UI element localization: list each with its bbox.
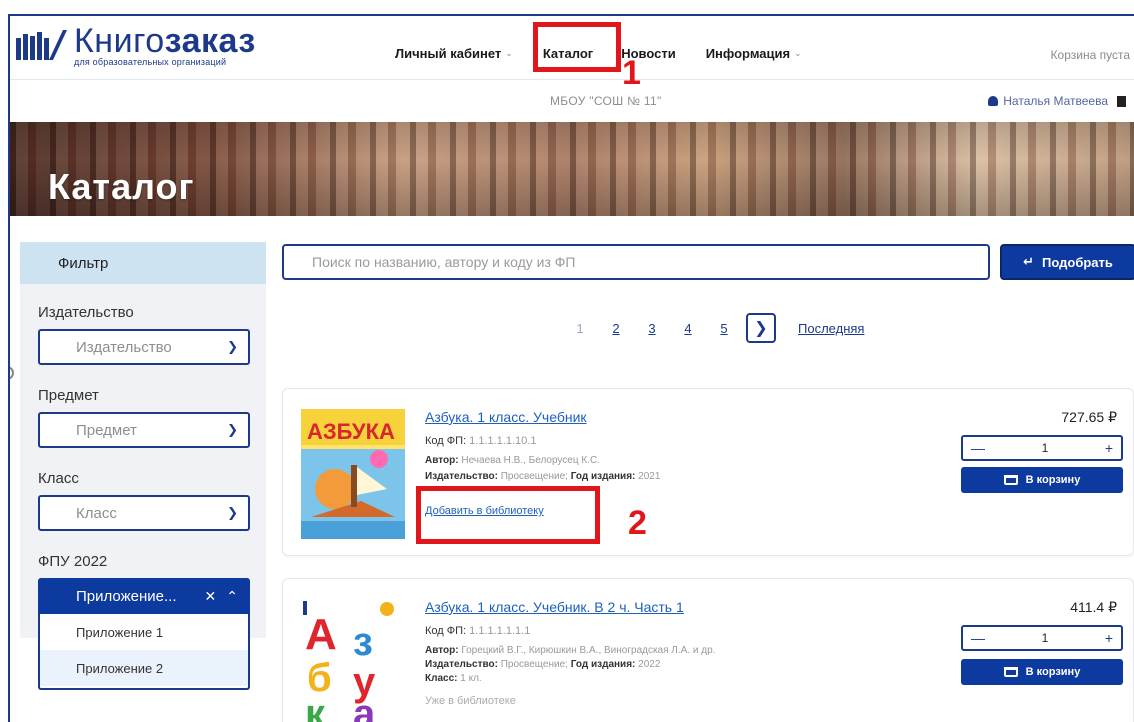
cover-letter: А bbox=[305, 610, 337, 659]
logout-icon[interactable] bbox=[1117, 95, 1126, 107]
chevron-down-icon: ❯ bbox=[227, 339, 238, 354]
grade-placeholder: Класс bbox=[76, 504, 117, 522]
subject-placeholder: Предмет bbox=[76, 421, 137, 439]
subject-select[interactable]: Предмет ❯ bbox=[38, 412, 250, 448]
search-placeholder: Поиск по названию, автору и коду из ФП bbox=[312, 254, 576, 270]
search-input[interactable]: Поиск по названию, автору и коду из ФП bbox=[282, 244, 990, 280]
product-price: 411.4 ₽ bbox=[1070, 599, 1117, 615]
fpu-select[interactable]: Приложение... ✕ ⌃ bbox=[38, 578, 250, 614]
user-icon bbox=[988, 96, 999, 106]
books-logo-icon bbox=[14, 24, 70, 64]
grade-label: Класс bbox=[38, 470, 79, 487]
fpu-option-1[interactable]: Приложение 1 bbox=[40, 614, 248, 650]
fpu-option-2[interactable]: Приложение 2 bbox=[40, 650, 248, 686]
annotation-marker-1: 1 bbox=[622, 54, 641, 92]
publisher-select[interactable]: Издательство ❯ bbox=[38, 329, 250, 365]
nav-personal-account[interactable]: Личный кабинет ⌄ bbox=[395, 46, 513, 61]
quantity-value[interactable]: 1 bbox=[1042, 631, 1049, 645]
nav-information[interactable]: Информация ⌄ bbox=[706, 46, 802, 61]
chevron-down-icon: ⌄ bbox=[505, 48, 513, 58]
page-1[interactable]: 1 bbox=[562, 321, 598, 336]
quantity-stepper[interactable]: — 1 + bbox=[961, 625, 1123, 651]
in-library-status: Уже в библиотеке bbox=[425, 695, 516, 707]
minus-icon[interactable]: — bbox=[971, 630, 985, 646]
subject-label: Предмет bbox=[38, 387, 99, 404]
product-code: Код ФП: 1.1.1.1.1.10.1 bbox=[425, 435, 537, 447]
filter-sidebar: Фильтр Издательство Издательство ❯ Предм… bbox=[20, 242, 266, 638]
chevron-right-icon: ❯ bbox=[754, 320, 768, 337]
grade-select[interactable]: Класс ❯ bbox=[38, 495, 250, 531]
publisher-label: Издательство bbox=[38, 304, 134, 321]
user-name: Наталья Матвеева bbox=[1003, 94, 1108, 108]
page-5[interactable]: 5 bbox=[706, 321, 742, 336]
plus-icon[interactable]: + bbox=[1105, 630, 1113, 646]
cart-icon bbox=[1003, 475, 1018, 485]
product-author: Автор: Нечаева Н.В., Белорусец К.С. bbox=[425, 455, 600, 466]
cart-icon bbox=[1003, 667, 1018, 677]
cover-title: АЗБУКА bbox=[307, 419, 395, 444]
page-2[interactable]: 2 bbox=[598, 321, 634, 336]
book-cover-image[interactable]: АЗБУКА bbox=[301, 409, 405, 539]
cover-letter: к bbox=[305, 692, 326, 722]
publisher-placeholder: Издательство bbox=[76, 338, 172, 356]
product-card: А з б у к а Азбука. 1 класс. Учебник. В … bbox=[282, 578, 1134, 722]
add-to-cart-button[interactable]: В корзину bbox=[961, 467, 1123, 493]
clear-icon[interactable]: ✕ bbox=[205, 588, 217, 605]
page-title: Каталог bbox=[48, 166, 195, 207]
pagination: 1 2 3 4 5 ❯ Последняя bbox=[562, 313, 864, 343]
product-author: Автор: Горецкий В.Г., Кирюшкин В.А., Вин… bbox=[425, 645, 716, 656]
chevron-up-icon[interactable]: ⌃ bbox=[226, 588, 238, 605]
annotation-box-1 bbox=[533, 22, 621, 72]
add-to-cart-label: В корзину bbox=[1025, 474, 1081, 486]
product-code: Код ФП: 1.1.1.1.1.1.1 bbox=[425, 625, 531, 637]
app-frame: Книгозаказ для образовательных организац… bbox=[8, 14, 1134, 722]
book-cover-image[interactable]: А з б у к а bbox=[301, 599, 405, 722]
sidebar-toggle-icon[interactable] bbox=[10, 366, 14, 380]
enter-arrow-icon: ↵ bbox=[1023, 254, 1035, 269]
minus-icon[interactable]: — bbox=[971, 440, 985, 456]
chevron-down-icon: ❯ bbox=[227, 505, 238, 520]
product-publisher: Издательство: Просвещение; Год издания: … bbox=[425, 471, 661, 482]
quantity-stepper[interactable]: — 1 + bbox=[961, 435, 1123, 461]
product-publisher: Издательство: Просвещение; Год издания: … bbox=[425, 659, 661, 670]
page-3[interactable]: 3 bbox=[634, 321, 670, 336]
product-title-link[interactable]: Азбука. 1 класс. Учебник. В 2 ч. Часть 1 bbox=[425, 599, 684, 615]
cover-letter: з bbox=[353, 620, 373, 664]
search-button-label: Подобрать bbox=[1042, 254, 1113, 270]
chevron-down-icon: ❯ bbox=[227, 422, 238, 437]
quantity-value[interactable]: 1 bbox=[1042, 441, 1049, 455]
search-button[interactable]: ↵ Подобрать bbox=[1000, 244, 1134, 280]
last-page-link[interactable]: Последняя bbox=[798, 321, 864, 336]
fpu-selected-value: Приложение... bbox=[76, 587, 177, 605]
product-grade: Класс: 1 кл. bbox=[425, 673, 482, 684]
annotation-marker-2: 2 bbox=[628, 504, 647, 542]
chevron-down-icon: ⌄ bbox=[794, 48, 802, 58]
fpu-dropdown: Приложение 1 Приложение 2 bbox=[38, 614, 250, 690]
logo[interactable]: Книгозаказ для образовательных организац… bbox=[14, 24, 256, 67]
annotation-box-2 bbox=[416, 486, 600, 544]
nav-label: Информация bbox=[705, 46, 791, 61]
product-card: АЗБУКА Азбука. 1 класс. Учебник Код ФП: … bbox=[282, 388, 1134, 556]
product-price: 727.65 ₽ bbox=[1061, 409, 1117, 425]
cover-letter: а bbox=[353, 692, 376, 722]
header-divider bbox=[10, 79, 1134, 80]
fpu-label: ФПУ 2022 bbox=[38, 553, 108, 570]
logo-title: Книгозаказ bbox=[74, 22, 256, 60]
cart-status[interactable]: Корзина пуста bbox=[1051, 48, 1130, 62]
user-menu[interactable]: Наталья Матвеева bbox=[988, 94, 1126, 108]
next-page-button[interactable]: ❯ bbox=[746, 313, 776, 343]
catalog-banner: Каталог bbox=[10, 122, 1134, 216]
filter-header: Фильтр bbox=[20, 242, 266, 284]
nav-label: Личный кабинет bbox=[395, 46, 502, 61]
organization-name: МБОУ "СОШ № 11" bbox=[550, 94, 662, 108]
add-to-cart-button[interactable]: В корзину bbox=[961, 659, 1123, 685]
plus-icon[interactable]: + bbox=[1105, 440, 1113, 456]
product-title-link[interactable]: Азбука. 1 класс. Учебник bbox=[425, 409, 587, 425]
page-4[interactable]: 4 bbox=[670, 321, 706, 336]
add-to-cart-label: В корзину bbox=[1025, 666, 1081, 678]
